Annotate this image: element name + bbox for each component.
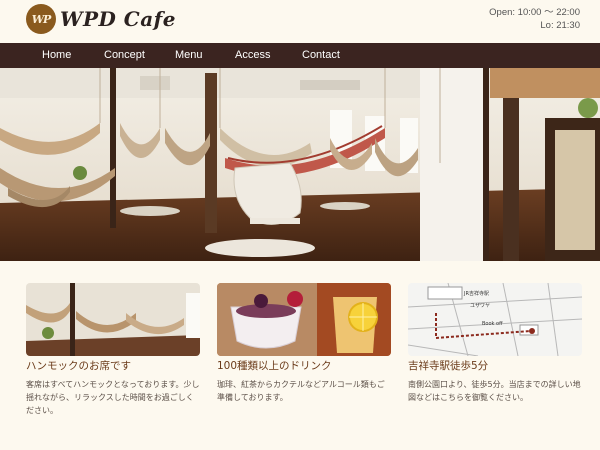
- opening-hours: Open: 10:00 〜 22:00 Lo: 21:30: [489, 6, 580, 32]
- card-text-drinks: 珈琲、紅茶からカクテルなどアルコール類もご準備しております。: [217, 380, 385, 402]
- logo-mark-icon: WP: [26, 4, 56, 34]
- map-label-yuzawaya: ユザワヤ: [470, 303, 490, 309]
- card-drinks[interactable]: 100種類以上のドリンク 珈琲、紅茶からカクテルなどアルコール類もご準備しており…: [217, 283, 391, 404]
- last-order-text: Lo: 21:30: [540, 20, 580, 31]
- card-image-hammock: [26, 283, 200, 356]
- card-title-drinks: 100種類以上のドリンク: [217, 360, 332, 372]
- nav-access[interactable]: Access: [235, 43, 270, 68]
- card-image-drinks: [217, 283, 391, 356]
- logo-text: WPD Cafe: [60, 7, 177, 31]
- nav-menu[interactable]: Menu: [175, 43, 203, 68]
- main-nav: Home Concept Menu Access Contact: [0, 43, 600, 68]
- card-image-map: JR吉祥寺駅 ユザワヤ Book off: [408, 283, 582, 356]
- logo-mark-text: WP: [31, 12, 52, 26]
- card-access[interactable]: JR吉祥寺駅 ユザワヤ Book off 吉祥寺駅徒歩5分 南側公園口より、徒歩…: [408, 283, 582, 404]
- card-title-access: 吉祥寺駅徒歩5分: [408, 360, 489, 372]
- nav-concept[interactable]: Concept: [104, 43, 145, 68]
- map-label-bookoff: Book off: [482, 321, 503, 327]
- card-title-hammock: ハンモックのお席です: [26, 360, 131, 372]
- map-label-station: JR吉祥寺駅: [463, 290, 489, 297]
- hero-image: [0, 68, 600, 261]
- site-header: WP WPD Cafe Open: 10:00 〜 22:00 Lo: 21:3…: [0, 0, 600, 44]
- card-text-hammock: 客席はすべてハンモックとなっております。少し揺れながら、リラックスした時間をお過…: [26, 380, 200, 415]
- opening-hours-text: Open: 10:00 〜 22:00: [489, 7, 580, 18]
- card-hammock[interactable]: ハンモックのお席です 客席はすべてハンモックとなっております。少し揺れながら、リ…: [26, 283, 200, 417]
- card-text-access: 南側公園口より、徒歩5分。当店までの詳しい地図などはこちらを御覧ください。: [408, 380, 581, 402]
- logo[interactable]: WP WPD Cafe: [26, 4, 176, 34]
- nav-home[interactable]: Home: [42, 43, 71, 68]
- nav-contact[interactable]: Contact: [302, 43, 340, 68]
